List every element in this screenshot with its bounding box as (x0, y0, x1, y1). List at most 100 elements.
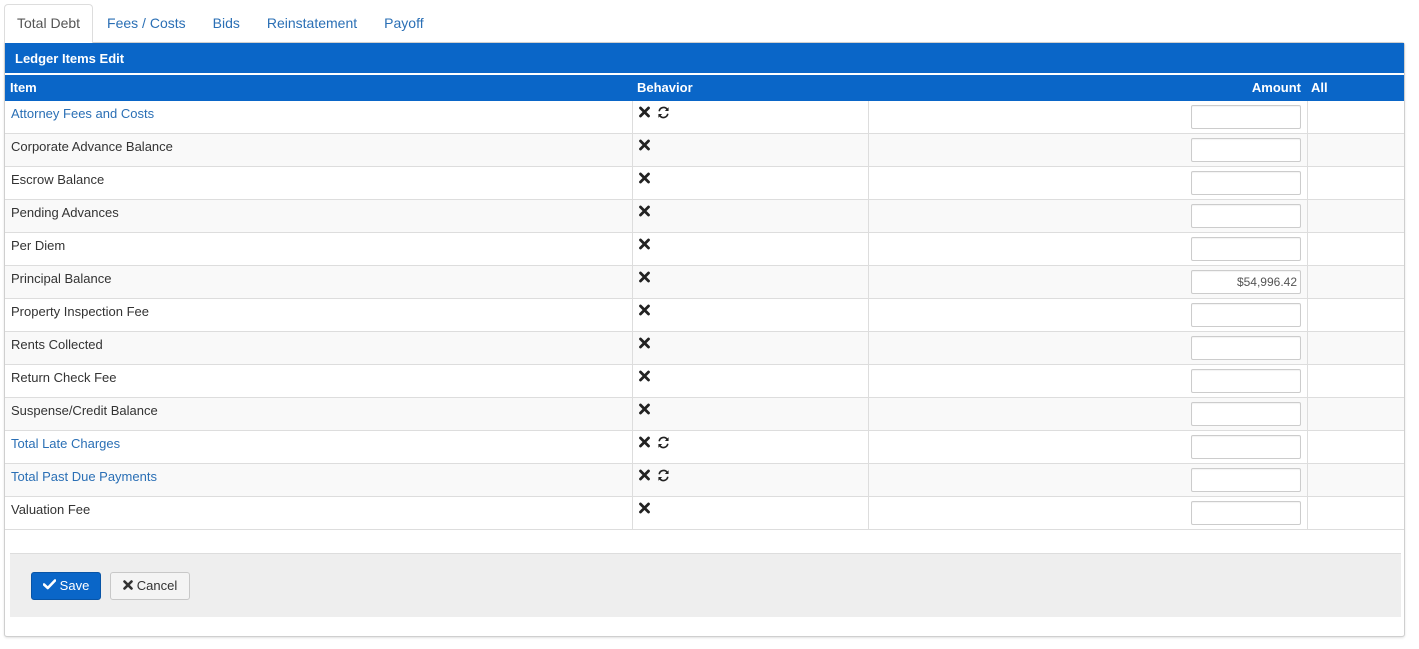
behavior-cell (632, 200, 868, 232)
item-link[interactable]: Total Past Due Payments (5, 464, 632, 496)
ledger-table-body: Attorney Fees and Costs Corporate Advance… (5, 101, 1404, 530)
item-label: Corporate Advance Balance (11, 139, 173, 154)
all-cell (1307, 266, 1404, 298)
column-header-amount: Amount (1251, 80, 1301, 95)
all-cell (1307, 431, 1404, 463)
remove-icon[interactable] (639, 139, 651, 153)
item-label: Per Diem (11, 238, 66, 253)
all-cell (1307, 200, 1404, 232)
column-header-item: Item (10, 80, 37, 95)
remove-icon[interactable] (639, 436, 651, 450)
form-actions: Save Cancel (10, 553, 1401, 617)
remove-icon (122, 573, 133, 599)
all-cell (1307, 398, 1404, 430)
remove-icon[interactable] (639, 172, 651, 186)
table-row: Corporate Advance Balance (5, 134, 1404, 167)
amount-input[interactable] (1191, 402, 1301, 426)
amount-input[interactable] (1191, 369, 1301, 393)
table-row: Total Past Due Payments (5, 464, 1404, 497)
column-header-behavior: Behavior (637, 80, 693, 95)
amount-input[interactable] (1191, 138, 1301, 162)
table-row: Per Diem (5, 233, 1404, 266)
table-row: Pending Advances (5, 200, 1404, 233)
table-row: Rents Collected (5, 332, 1404, 365)
all-cell (1307, 101, 1404, 133)
behavior-cell (632, 299, 868, 331)
save-button-label: Save (59, 578, 90, 593)
behavior-cell (632, 497, 868, 529)
item-label: Property Inspection Fee (11, 304, 150, 319)
amount-input[interactable] (1191, 237, 1301, 261)
behavior-cell (632, 365, 868, 397)
cancel-button-label: Cancel (136, 578, 178, 593)
behavior-cell (632, 134, 868, 166)
remove-icon[interactable] (639, 271, 651, 285)
cancel-button[interactable]: Cancel (110, 572, 190, 600)
remove-icon[interactable] (639, 370, 651, 384)
amount-input[interactable] (1191, 171, 1301, 195)
all-cell (1307, 299, 1404, 331)
amount-input[interactable] (1191, 270, 1301, 294)
amount-input[interactable] (1191, 435, 1301, 459)
all-cell (1307, 497, 1404, 529)
amount-input[interactable] (1191, 204, 1301, 228)
behavior-cell (632, 101, 868, 133)
table-row: Suspense/Credit Balance (5, 398, 1404, 431)
item-label: Pending Advances (11, 205, 119, 220)
item-label: Return Check Fee (11, 370, 117, 385)
all-cell (1307, 233, 1404, 265)
column-header-all[interactable]: All (1311, 75, 1328, 101)
behavior-cell (632, 431, 868, 463)
tab-reinstatement[interactable]: Reinstatement (254, 4, 370, 41)
table-row: Total Late Charges (5, 431, 1404, 464)
all-cell (1307, 134, 1404, 166)
tab-total-debt[interactable]: Total Debt (4, 4, 94, 43)
refresh-icon[interactable] (657, 106, 669, 120)
item-label: Valuation Fee (11, 502, 91, 517)
table-row: Property Inspection Fee (5, 299, 1404, 332)
tab-fees-costs[interactable]: Fees / Costs (94, 4, 199, 41)
item-label: Rents Collected (11, 337, 103, 352)
behavior-cell (632, 464, 868, 496)
amount-input[interactable] (1191, 468, 1301, 492)
all-cell (1307, 464, 1404, 496)
remove-icon[interactable] (639, 106, 651, 120)
item-label: Principal Balance (11, 271, 112, 286)
behavior-cell (632, 233, 868, 265)
refresh-icon[interactable] (657, 436, 669, 450)
tab-bar: Total Debt Fees / Costs Bids Reinstatement P… (4, 4, 438, 43)
remove-icon[interactable] (639, 469, 651, 483)
remove-icon[interactable] (639, 337, 651, 351)
all-cell (1307, 167, 1404, 199)
amount-input[interactable] (1191, 336, 1301, 360)
tab-payoff[interactable]: Payoff (371, 4, 436, 41)
all-cell (1307, 365, 1404, 397)
amount-input[interactable] (1191, 501, 1301, 525)
table-row: Attorney Fees and Costs (5, 101, 1404, 134)
amount-input[interactable] (1191, 105, 1301, 129)
item-label: Suspense/Credit Balance (11, 403, 158, 418)
refresh-icon[interactable] (657, 469, 669, 483)
table-row: Valuation Fee (5, 497, 1404, 530)
check-icon (42, 573, 56, 599)
table-row: Principal Balance (5, 266, 1404, 299)
remove-icon[interactable] (639, 502, 651, 516)
behavior-cell (632, 167, 868, 199)
item-link[interactable]: Attorney Fees and Costs (5, 101, 632, 133)
remove-icon[interactable] (639, 205, 651, 219)
remove-icon[interactable] (639, 304, 651, 318)
behavior-cell (632, 332, 868, 364)
behavior-cell (632, 266, 868, 298)
panel-title: Ledger Items Edit (5, 43, 1404, 74)
table-row: Return Check Fee (5, 365, 1404, 398)
save-button[interactable]: Save (31, 572, 101, 600)
item-link[interactable]: Total Late Charges (5, 431, 632, 463)
amount-input[interactable] (1191, 303, 1301, 327)
item-label: Escrow Balance (11, 172, 105, 187)
remove-icon[interactable] (639, 238, 651, 252)
remove-icon[interactable] (639, 403, 651, 417)
ledger-items-panel: Ledger Items Edit Item Behavior Amount A… (4, 42, 1405, 637)
behavior-cell (632, 398, 868, 430)
tab-bids[interactable]: Bids (200, 4, 253, 41)
all-cell (1307, 332, 1404, 364)
